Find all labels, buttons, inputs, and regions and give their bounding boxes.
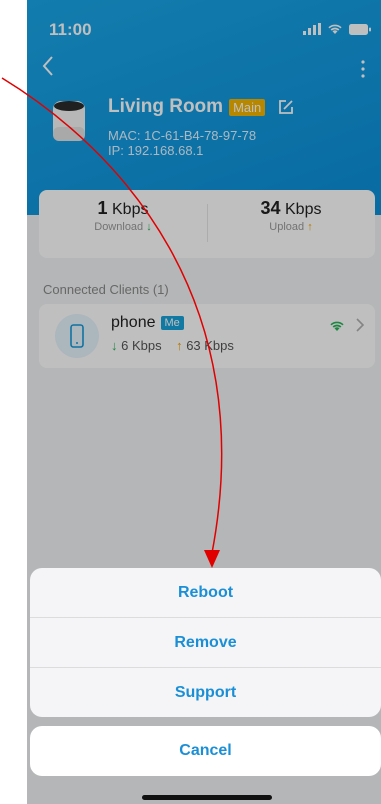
remove-button[interactable]: Remove [30, 618, 381, 668]
support-button[interactable]: Support [30, 668, 381, 717]
home-indicator [142, 795, 272, 800]
reboot-button[interactable]: Reboot [30, 568, 381, 618]
action-sheet: Reboot Remove Support [30, 568, 381, 717]
cancel-button[interactable]: Cancel [30, 726, 381, 776]
phone-screen: 11:00 Living Room Main MAC: 1C-61-B4-78-… [27, 0, 381, 804]
